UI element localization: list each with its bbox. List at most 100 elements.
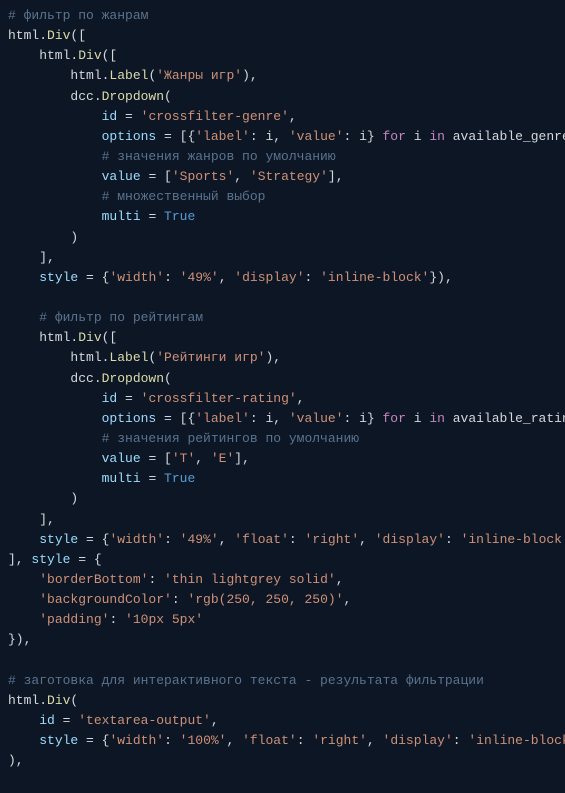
code-token: html. <box>8 330 78 345</box>
code-line: # значения жанров по умолчанию <box>8 149 336 164</box>
code-token: Dropdown <box>102 89 164 104</box>
code-line: ) <box>8 230 78 245</box>
code-token <box>8 532 39 547</box>
code-token: : i, <box>250 411 289 426</box>
code-token <box>8 109 102 124</box>
code-token: 'label' <box>195 411 250 426</box>
code-token: 'crossfilter-rating' <box>141 391 297 406</box>
code-token: 'width' <box>109 270 164 285</box>
code-token: # фильтр по жанрам <box>8 8 148 23</box>
code-token: ([ <box>70 28 86 43</box>
code-token: html. <box>8 68 109 83</box>
code-token: Dropdown <box>102 371 164 386</box>
code-line: 'backgroundColor': 'rgb(250, 250, 250)', <box>8 592 351 607</box>
code-line: id = 'crossfilter-genre', <box>8 109 297 124</box>
code-token: i <box>406 411 429 426</box>
code-token: : <box>172 592 188 607</box>
code-token <box>8 129 102 144</box>
code-line: # множественный выбор <box>8 189 265 204</box>
code-token: : <box>164 532 180 547</box>
code-token: 'display' <box>375 532 445 547</box>
code-token: 'padding' <box>39 612 109 627</box>
code-token <box>8 411 102 426</box>
code-token: : <box>164 733 180 748</box>
code-token: # значения рейтингов по умолчанию <box>102 431 359 446</box>
code-token <box>8 592 39 607</box>
code-token: i <box>406 129 429 144</box>
code-line: html.Div([ <box>8 28 86 43</box>
code-token: 'rgb(250, 250, 250)' <box>187 592 343 607</box>
code-token <box>8 310 39 325</box>
code-token: id <box>39 713 55 728</box>
code-token: 'Жанры игр' <box>156 68 242 83</box>
code-token: = <box>117 391 140 406</box>
code-token: : <box>445 532 461 547</box>
code-token: 'Strategy' <box>250 169 328 184</box>
code-token: dcc. <box>8 89 102 104</box>
code-token: # фильтр по рейтингам <box>39 310 203 325</box>
code-token <box>8 209 102 224</box>
code-token: : i, <box>250 129 289 144</box>
code-line: multi = True <box>8 471 195 486</box>
code-token: : <box>148 572 164 587</box>
code-token: '49%' <box>180 532 219 547</box>
code-token: Label <box>109 350 148 365</box>
code-token: ], <box>328 169 344 184</box>
code-token: value <box>102 451 141 466</box>
code-token: Label <box>109 68 148 83</box>
code-token: ) <box>8 491 78 506</box>
code-token: '10px 5px' <box>125 612 203 627</box>
code-token: html. <box>8 48 78 63</box>
code-line: # заготовка для интерактивного текста - … <box>8 673 484 688</box>
code-token: , <box>234 169 250 184</box>
code-token: = <box>141 209 164 224</box>
code-token: }), <box>429 270 452 285</box>
code-token: = <box>141 471 164 486</box>
code-token: in <box>429 411 445 426</box>
code-token: , <box>289 109 297 124</box>
code-token: dcc. <box>8 371 102 386</box>
code-line: # фильтр по рейтингам <box>8 310 203 325</box>
code-token: , <box>219 532 235 547</box>
code-token: available_rating], <box>445 411 565 426</box>
code-token: 'borderBottom' <box>39 572 148 587</box>
code-line: ], style = { <box>8 552 102 567</box>
code-token: in <box>429 129 445 144</box>
code-token: for <box>383 129 406 144</box>
code-line: style = {'width': '100%', 'float': 'righ… <box>8 733 565 748</box>
code-token: 'value' <box>289 411 344 426</box>
code-token: multi <box>102 471 141 486</box>
code-line: value = ['Sports', 'Strategy'], <box>8 169 344 184</box>
code-token <box>8 431 102 446</box>
code-token: ], <box>8 552 31 567</box>
code-line: html.Div( <box>8 693 78 708</box>
code-line: html.Div([ <box>8 330 117 345</box>
code-line: html.Label('Рейтинги игр'), <box>8 350 281 365</box>
code-token: Div <box>47 28 70 43</box>
code-token: 'width' <box>109 532 164 547</box>
code-token: 'backgroundColor' <box>39 592 172 607</box>
code-token <box>8 471 102 486</box>
code-token <box>8 612 39 627</box>
code-token: id <box>102 109 118 124</box>
code-token: 'display' <box>234 270 304 285</box>
code-line: ), <box>8 753 24 768</box>
code-token: ), <box>8 753 24 768</box>
code-token <box>8 270 39 285</box>
code-token <box>8 713 39 728</box>
code-token: ([ <box>102 48 118 63</box>
code-token <box>8 391 102 406</box>
code-token: : <box>453 733 469 748</box>
code-token: '49%' <box>180 270 219 285</box>
code-token: : <box>305 270 321 285</box>
code-token: ([ <box>102 330 118 345</box>
code-token: , <box>226 733 242 748</box>
code-line: 'borderBottom': 'thin lightgrey solid', <box>8 572 344 587</box>
code-token: , <box>211 713 219 728</box>
code-token: = { <box>78 532 109 547</box>
code-token: style <box>39 270 78 285</box>
code-token: ], <box>8 250 55 265</box>
code-line: ], <box>8 250 55 265</box>
code-line: 'padding': '10px 5px' <box>8 612 203 627</box>
code-token: : i} <box>343 411 382 426</box>
